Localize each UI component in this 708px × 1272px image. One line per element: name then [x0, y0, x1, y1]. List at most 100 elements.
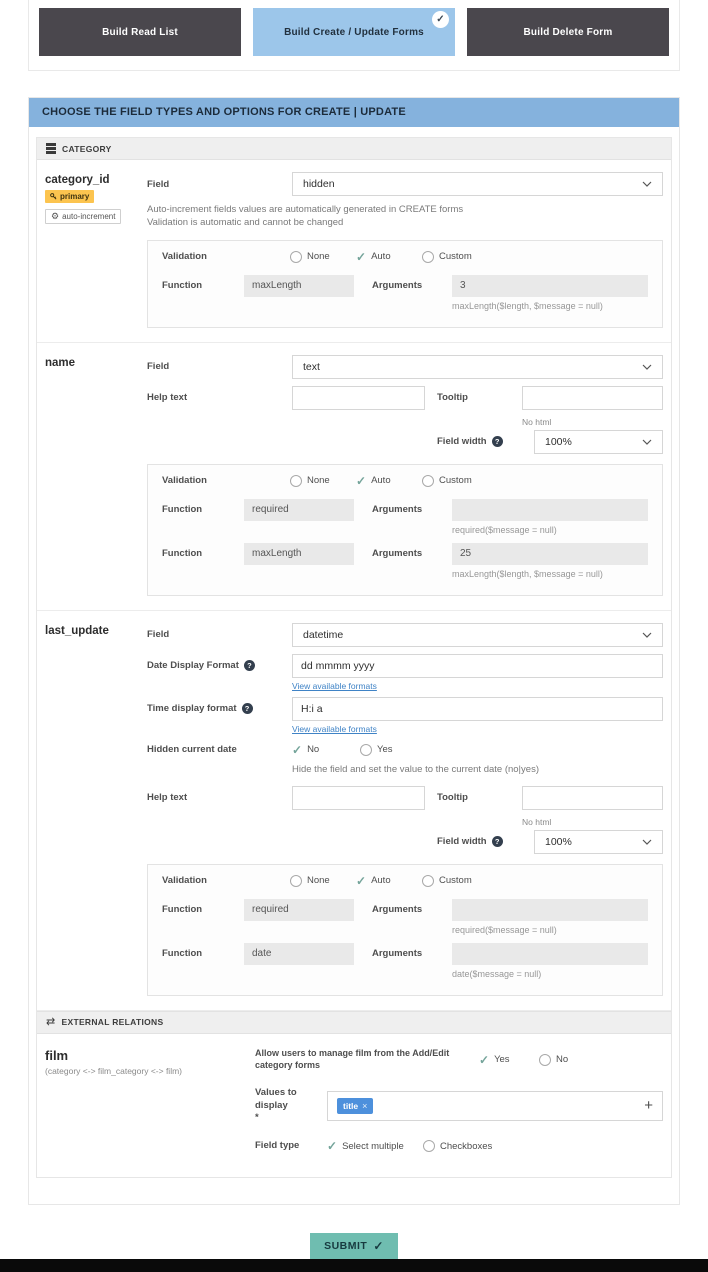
- radio-icon: [422, 250, 434, 263]
- panel-body: CATEGORY category_id primary ⚙ auto-incr…: [29, 127, 679, 1204]
- check-icon: ✓: [356, 249, 367, 264]
- view-time-formats-link[interactable]: View available formats: [292, 724, 377, 734]
- function-label: Function: [162, 947, 203, 959]
- function-signature-hint: date($message = null): [452, 968, 542, 979]
- field-type-select[interactable]: text: [292, 354, 663, 379]
- radio-icon: [423, 1140, 435, 1153]
- validation-option-custom[interactable]: Custom: [422, 474, 488, 487]
- field-type-label: Field: [147, 629, 170, 641]
- tooltip-input[interactable]: [522, 785, 663, 810]
- field-width-select[interactable]: 100%: [534, 429, 663, 454]
- question-icon[interactable]: ?: [241, 703, 253, 715]
- field-type-option-checkboxes[interactable]: Checkboxes: [423, 1140, 492, 1153]
- question-icon[interactable]: ?: [491, 836, 503, 848]
- manage-option-yes[interactable]: ✓ Yes: [479, 1054, 539, 1066]
- radio-icon: [422, 474, 434, 487]
- swap-arrows-icon: ⇄: [46, 1015, 56, 1028]
- tab-build-create-update-forms[interactable]: ✓ Build Create / Update Forms: [253, 8, 455, 56]
- wizard-tabs: Build Read List ✓ Build Create / Update …: [28, 0, 680, 71]
- validation-label: Validation: [162, 251, 207, 263]
- validation-option-none[interactable]: None: [290, 874, 356, 887]
- field-type-label: Field: [147, 178, 170, 190]
- fields-block: CATEGORY category_id primary ⚙ auto-incr…: [36, 137, 672, 1178]
- help-text-input[interactable]: [292, 385, 425, 410]
- hidden-current-date-label: Hidden current date: [147, 744, 237, 756]
- tab-label: Build Read List: [102, 26, 178, 38]
- relation-row-film: film (category <-> film_category <-> fil…: [37, 1034, 671, 1177]
- footer-bar: [0, 1258, 708, 1272]
- validation-option-none[interactable]: None: [290, 474, 356, 487]
- values-to-display-box[interactable]: title × +: [327, 1090, 663, 1121]
- arguments-input[interactable]: [452, 542, 648, 565]
- time-format-input[interactable]: [292, 696, 663, 721]
- arguments-input[interactable]: [452, 274, 648, 297]
- check-icon: ✓: [327, 1139, 338, 1154]
- field-type-label: Field type: [255, 1140, 300, 1152]
- manage-option-no[interactable]: No: [539, 1053, 599, 1066]
- value-chip-title[interactable]: title ×: [337, 1097, 374, 1114]
- validation-panel: Validation None ✓ Auto: [147, 463, 663, 596]
- view-date-formats-link[interactable]: View available formats: [292, 681, 377, 691]
- chevron-down-icon: [642, 632, 652, 638]
- arguments-label: Arguments: [372, 503, 423, 515]
- tab-label: Build Create / Update Forms: [284, 26, 424, 38]
- function-input[interactable]: [244, 542, 354, 565]
- hidden-current-note: Hide the field and set the value to the …: [292, 763, 539, 775]
- gear-icon: ⚙: [51, 211, 60, 221]
- tab-label: Build Delete Form: [523, 26, 613, 38]
- function-input[interactable]: [244, 898, 354, 921]
- question-icon[interactable]: ?: [243, 660, 255, 672]
- check-icon: ✓: [356, 873, 367, 888]
- field-row-last-update: last_update Field datetime Date Display …: [37, 611, 671, 1011]
- chip-remove-icon[interactable]: ×: [362, 1101, 367, 1111]
- create-update-panel: CHOOSE THE FIELD TYPES AND OPTIONS FOR C…: [28, 97, 680, 1205]
- validation-option-none[interactable]: None: [290, 250, 356, 263]
- hidden-current-option-no[interactable]: ✓ No: [292, 744, 360, 756]
- tooltip-label: Tooltip: [437, 792, 468, 804]
- arguments-input[interactable]: [452, 942, 648, 965]
- tooltip-input[interactable]: [522, 385, 663, 410]
- hidden-current-option-yes[interactable]: Yes: [360, 743, 428, 756]
- field-type-select[interactable]: datetime: [292, 622, 663, 647]
- arguments-label: Arguments: [372, 947, 423, 959]
- question-icon[interactable]: ?: [491, 436, 503, 448]
- field-type-option-select-multiple[interactable]: ✓ Select multiple: [327, 1140, 423, 1152]
- field-width-label: Field width ?: [437, 436, 534, 448]
- date-format-input[interactable]: [292, 653, 663, 678]
- field-type-select[interactable]: hidden: [292, 172, 663, 196]
- tab-build-delete-form[interactable]: Build Delete Form: [467, 8, 669, 56]
- function-input[interactable]: [244, 274, 354, 297]
- function-signature-hint: maxLength($length, $message = null): [452, 568, 603, 579]
- add-value-icon[interactable]: +: [644, 1098, 653, 1113]
- submit-button[interactable]: SUBMIT ✓: [310, 1232, 398, 1259]
- function-input[interactable]: [244, 942, 354, 965]
- key-icon: [50, 193, 57, 200]
- chevron-down-icon: [642, 364, 652, 370]
- chevron-down-icon: [642, 439, 652, 445]
- arguments-input[interactable]: [452, 898, 648, 921]
- radio-icon: [360, 743, 372, 756]
- auto-increment-badge: ⚙ auto-increment: [45, 209, 122, 224]
- validation-option-auto[interactable]: ✓ Auto: [356, 475, 422, 487]
- field-row-category-id: category_id primary ⚙ auto-increment Fie…: [37, 160, 671, 343]
- chevron-down-icon: [642, 181, 652, 187]
- radio-icon: [290, 874, 302, 887]
- submit-area: SUBMIT ✓: [0, 1232, 708, 1259]
- relation-name: film: [45, 1047, 69, 1063]
- panel-title: CHOOSE THE FIELD TYPES AND OPTIONS FOR C…: [29, 98, 679, 127]
- arguments-input[interactable]: [452, 498, 648, 521]
- validation-option-custom[interactable]: Custom: [422, 250, 488, 263]
- validation-option-custom[interactable]: Custom: [422, 874, 488, 887]
- help-text-input[interactable]: [292, 785, 425, 810]
- validation-label: Validation: [162, 875, 207, 887]
- no-html-note: No html: [522, 416, 552, 427]
- radio-icon: [422, 874, 434, 887]
- validation-option-auto[interactable]: ✓ Auto: [356, 875, 422, 887]
- validation-option-auto[interactable]: ✓ Auto: [356, 251, 422, 263]
- function-input[interactable]: [244, 498, 354, 521]
- tab-check-icon: ✓: [432, 11, 449, 28]
- function-signature-hint: required($message = null): [452, 524, 557, 535]
- manage-relation-label: Allow users to manage film from the Add/…: [255, 1047, 450, 1070]
- tab-build-read-list[interactable]: Build Read List: [39, 8, 241, 56]
- field-width-select[interactable]: 100%: [534, 829, 663, 854]
